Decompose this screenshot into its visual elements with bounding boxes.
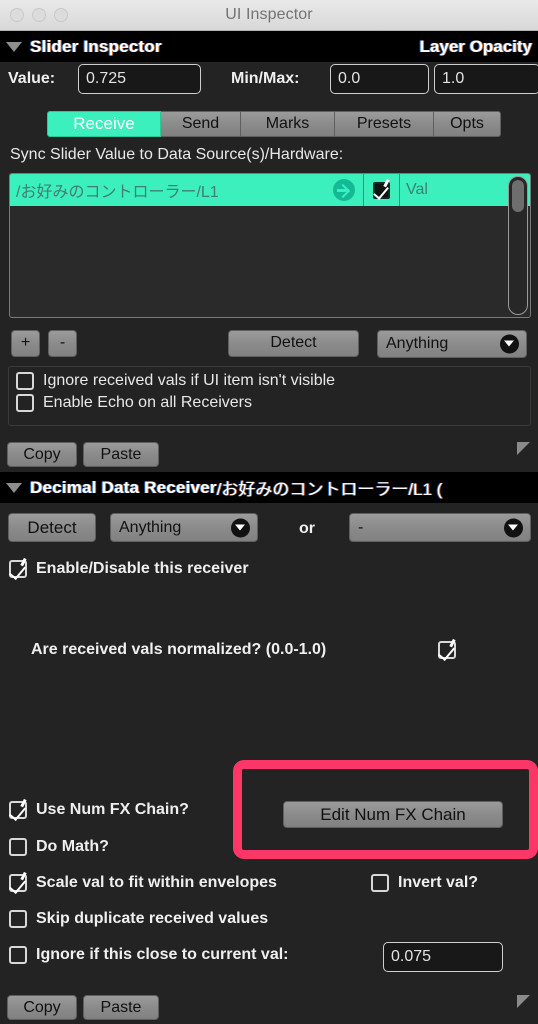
option-skip-dupes[interactable]: Skip duplicate received values	[9, 910, 268, 928]
row-enabled-checkbox[interactable]	[373, 181, 390, 199]
paste-button-slider[interactable]: Paste	[83, 442, 159, 467]
option-ignore-invisible-label: Ignore received vals if UI item isn't vi…	[43, 372, 336, 389]
copy-button-slider[interactable]: Copy	[7, 442, 77, 467]
or-label: or	[299, 520, 315, 537]
decimal-receiver-title: Decimal Data Receiver	[30, 477, 217, 497]
option-ignore-invisible[interactable]: Ignore received vals if UI item isn't vi…	[16, 372, 530, 390]
tab-bar: Receive Send Marks Presets Opts	[47, 111, 501, 138]
second-dropdown[interactable]: -	[349, 513, 531, 542]
min-field[interactable]: 0.0	[330, 64, 429, 94]
option-skip-dupes-label: Skip duplicate received values	[36, 910, 269, 927]
second-dropdown-label: -	[358, 519, 364, 536]
tab-presets[interactable]: Presets	[335, 111, 434, 137]
slider-inspector-title: Slider Inspector	[30, 36, 162, 56]
option-do-math-label: Do Math?	[36, 838, 109, 855]
option-invert-val[interactable]: Invert val?	[371, 874, 478, 892]
tab-send[interactable]: Send	[161, 111, 241, 137]
option-use-num-fx[interactable]: Use Num FX Chain?	[9, 801, 189, 819]
disclosure-triangle-icon-2[interactable]	[6, 482, 22, 493]
resize-grip-slider[interactable]	[517, 442, 530, 455]
goto-arrow-icon[interactable]	[333, 179, 355, 201]
filter-dropdown-label: Anything	[386, 335, 449, 352]
window-titlebar: UI Inspector	[0, 0, 538, 31]
option-enable-echo-checkbox[interactable]	[16, 394, 34, 412]
type-dropdown[interactable]: Anything	[110, 513, 258, 542]
option-enable-receiver[interactable]: Enable/Disable this receiver	[9, 560, 249, 578]
disclosure-triangle-icon[interactable]	[6, 41, 22, 52]
option-use-num-fx-checkbox[interactable]	[9, 801, 27, 819]
decimal-receiver-path: /お好みのコントローラー/L1 (	[216, 480, 443, 499]
minmax-label: Min/Max:	[231, 70, 300, 87]
filter-dropdown[interactable]: Anything	[377, 330, 527, 358]
slider-inspector-header[interactable]: Slider Inspector Layer Opacity	[0, 31, 538, 62]
value-field[interactable]: 0.725	[78, 64, 201, 94]
resize-grip-receiver[interactable]	[517, 995, 530, 1008]
row-enabled-cell[interactable]	[363, 174, 400, 206]
option-scale-val-label: Scale val to fit within envelopes	[36, 874, 277, 891]
option-invert-val-checkbox[interactable]	[371, 874, 389, 892]
option-normalized-label: Are received vals normalized? (0.0-1.0)	[31, 641, 327, 658]
option-scale-val[interactable]: Scale val to fit within envelopes	[9, 874, 277, 892]
option-ignore-close[interactable]: Ignore if this close to current val:	[9, 946, 289, 964]
max-field[interactable]: 1.0	[434, 64, 538, 94]
tab-opts[interactable]: Opts	[434, 111, 501, 137]
option-enable-echo[interactable]: Enable Echo on all Receivers	[16, 394, 530, 412]
ui-inspector-window: UI Inspector Slider Inspector Layer Opac…	[0, 0, 538, 1024]
receive-options-box: Ignore received vals if UI item isn't vi…	[8, 366, 531, 426]
row-value-mode-label: Val	[406, 181, 428, 198]
option-ignore-invisible-checkbox[interactable]	[16, 372, 34, 390]
copy-button-receiver[interactable]: Copy	[7, 995, 77, 1020]
option-do-math-checkbox[interactable]	[9, 838, 27, 856]
option-do-math[interactable]: Do Math?	[9, 838, 109, 856]
remove-source-button[interactable]: -	[48, 330, 77, 357]
tab-marks[interactable]: Marks	[241, 111, 335, 137]
option-enable-receiver-label: Enable/Disable this receiver	[36, 560, 249, 577]
chevron-down-icon-2	[231, 518, 250, 537]
option-enable-echo-label: Enable Echo on all Receivers	[43, 394, 253, 411]
list-scrollbar[interactable]	[508, 176, 528, 315]
option-ignore-close-label: Ignore if this close to current val:	[36, 946, 289, 963]
value-label: Value:	[8, 70, 56, 87]
data-source-path: /お好みのコントローラー/L1	[16, 184, 219, 201]
layer-opacity-label: Layer Opacity	[419, 36, 532, 56]
paste-button-receiver[interactable]: Paste	[83, 995, 159, 1020]
option-normalized-checkbox[interactable]	[438, 641, 456, 659]
scrollbar-thumb[interactable]	[512, 180, 524, 212]
type-dropdown-label: Anything	[119, 519, 182, 536]
option-invert-val-label: Invert val?	[398, 874, 479, 891]
ignore-close-field[interactable]: 0.075	[383, 942, 503, 972]
option-ignore-close-checkbox[interactable]	[9, 946, 27, 964]
add-source-button[interactable]: +	[11, 330, 40, 357]
decimal-receiver-header[interactable]: Decimal Data Receiver /お好みのコントローラー/L1 (	[0, 472, 538, 503]
detect-button[interactable]: Detect	[228, 330, 359, 357]
chevron-down-icon-3	[504, 518, 523, 537]
chevron-down-icon	[500, 334, 519, 354]
option-scale-val-checkbox[interactable]	[9, 874, 27, 892]
option-use-num-fx-label: Use Num FX Chain?	[36, 801, 189, 818]
window-title: UI Inspector	[225, 6, 313, 23]
option-enable-receiver-checkbox[interactable]	[9, 560, 27, 578]
edit-num-fx-chain-button[interactable]: Edit Num FX Chain	[283, 801, 503, 828]
table-row[interactable]: /お好みのコントローラー/L1 Val	[10, 174, 530, 206]
option-skip-dupes-checkbox[interactable]	[9, 910, 27, 928]
detect-button-receiver[interactable]: Detect	[8, 513, 96, 542]
data-source-list[interactable]: /お好みのコントローラー/L1 Val	[9, 173, 531, 318]
tab-receive[interactable]: Receive	[47, 111, 161, 137]
sync-label: Sync Slider Value to Data Source(s)/Hard…	[10, 146, 344, 163]
